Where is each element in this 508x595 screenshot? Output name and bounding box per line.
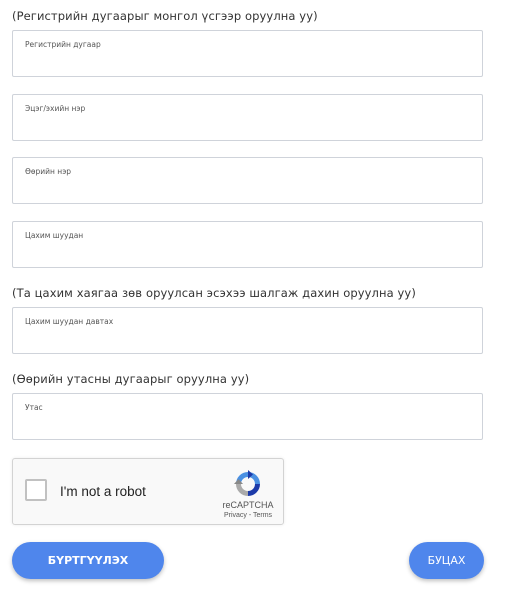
recaptcha-widget: I'm not a robot reCAPTCHA Privacy - Term… bbox=[12, 458, 284, 525]
email-field[interactable]: Цахим шуудан bbox=[12, 221, 483, 268]
email-confirm-field[interactable]: Цахим шуудан давтах bbox=[12, 307, 483, 354]
register-number-field[interactable]: Регистрийн дугаар bbox=[12, 30, 483, 77]
recaptcha-logo-icon bbox=[234, 470, 260, 496]
firstname-input[interactable] bbox=[25, 179, 470, 197]
phone-hint: (Өөрийн утасны дугаарыг оруулна уу) bbox=[12, 372, 250, 386]
phone-label: Утас bbox=[25, 403, 43, 412]
surname-field[interactable]: Эцэг/эхийн нэр bbox=[12, 94, 483, 141]
firstname-field[interactable]: Өөрийн нэр bbox=[12, 157, 483, 204]
email-input[interactable] bbox=[25, 243, 470, 261]
surname-input[interactable] bbox=[25, 116, 470, 134]
email-label: Цахим шуудан bbox=[25, 231, 84, 240]
email-confirm-label: Цахим шуудан давтах bbox=[25, 317, 114, 326]
register-hint: (Регистрийн дугаарыг монгол үсгээр оруул… bbox=[12, 9, 318, 23]
phone-input[interactable] bbox=[25, 415, 470, 433]
email-confirm-input[interactable] bbox=[25, 329, 470, 347]
back-button[interactable]: БУЦАХ bbox=[409, 542, 484, 579]
recaptcha-checkbox[interactable] bbox=[25, 479, 47, 501]
email-hint: (Та цахим хаягаа зөв оруулсан эсэхээ шал… bbox=[12, 286, 416, 300]
recaptcha-brand: reCAPTCHA bbox=[222, 500, 274, 510]
register-number-input[interactable] bbox=[25, 52, 470, 70]
surname-label: Эцэг/эхийн нэр bbox=[25, 104, 86, 113]
recaptcha-privacy-terms[interactable]: Privacy - Terms bbox=[213, 512, 283, 519]
register-number-label: Регистрийн дугаар bbox=[25, 40, 101, 49]
recaptcha-label: I'm not a robot bbox=[60, 484, 146, 499]
phone-field[interactable]: Утас bbox=[12, 393, 483, 440]
firstname-label: Өөрийн нэр bbox=[25, 167, 72, 176]
register-button[interactable]: БҮРТГҮҮЛЭХ bbox=[12, 542, 164, 579]
